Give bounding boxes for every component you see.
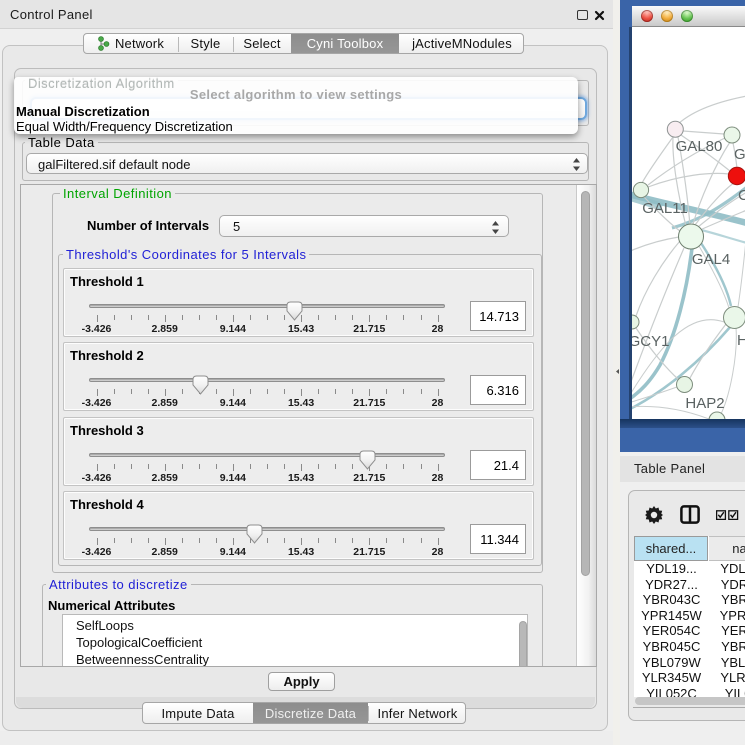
svg-text:GAL11: GAL11 <box>642 200 688 217</box>
svg-text:CY: CY <box>738 187 745 204</box>
svg-text:GAL4: GAL4 <box>692 251 730 268</box>
svg-text:GAL80: GAL80 <box>676 138 723 155</box>
svg-text:GCY1: GCY1 <box>632 333 669 350</box>
svg-text:HAP2: HAP2 <box>685 395 724 412</box>
svg-text:H: H <box>737 332 745 349</box>
svg-text:GA: GA <box>734 146 745 163</box>
